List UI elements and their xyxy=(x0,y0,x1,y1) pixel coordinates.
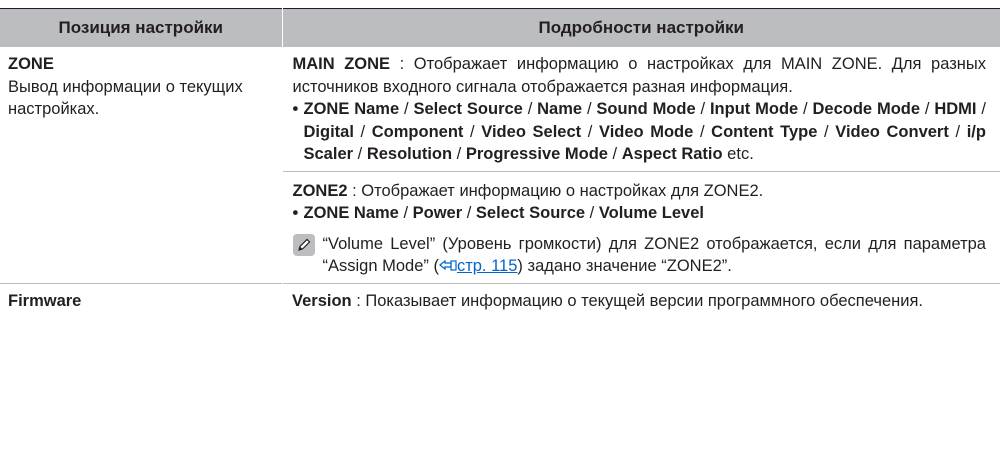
item-separator: / xyxy=(582,100,597,118)
firmware-cell: Version : Показывает информацию о текуще… xyxy=(282,282,1000,317)
item-separator: / xyxy=(948,122,967,141)
main_zone-item: Progressive Mode xyxy=(465,145,608,163)
main_zone-item: Content Type xyxy=(711,122,818,141)
table-row-firmware: Firmware Version : Показывает информацию… xyxy=(0,282,1000,317)
main_zone-item: Digital xyxy=(303,122,354,141)
header-setting-item: Позиция настройки xyxy=(0,8,283,47)
item-separator: / xyxy=(607,145,622,163)
item-separator: / xyxy=(522,100,538,118)
pencil-note-icon xyxy=(292,233,315,256)
main-zone-paragraph: MAIN ZONE : Отображает информацию о наст… xyxy=(293,53,987,98)
main_zone-item: HDMI xyxy=(934,100,977,118)
header-setting-details: Подробности настройки xyxy=(281,8,1000,47)
zone2-item: ZONE Name xyxy=(303,204,399,222)
item-separator: / xyxy=(798,100,813,118)
zone2-item: Select Source xyxy=(475,204,586,222)
main_zone-item: Component xyxy=(371,122,464,141)
item-separator: / xyxy=(817,122,836,141)
firmware-version-text: : Показывает информацию о текущей версии… xyxy=(351,291,923,310)
item-separator: / xyxy=(452,145,466,163)
main_zone-item: Select Source xyxy=(413,100,523,118)
main_zone-item: ZONE Name xyxy=(303,100,400,118)
note-text-after: ) задано значение “ZONE2”. xyxy=(517,257,732,275)
item-separator: / xyxy=(581,122,599,141)
bullet-icon: • xyxy=(292,204,299,222)
main-zone-text: : Отображает информацию о настройках для… xyxy=(292,55,987,96)
zone2-cell: ZONE2 : Отображает информацию о настройк… xyxy=(282,170,1000,283)
settings-page: Позиция настройки Подробности настройки … xyxy=(0,0,1000,452)
main_zone-item: Resolution xyxy=(366,145,453,163)
zone2-note: “Volume Level” (Уровень громкости) для Z… xyxy=(292,233,987,278)
main-zone-items: ZONE Name / Select Source / Name / Sound… xyxy=(304,98,987,166)
item-separator: / xyxy=(976,100,986,118)
main-zone-cell: MAIN ZONE : Отображает информацию о наст… xyxy=(282,47,1000,171)
main_zone-item: Sound Mode xyxy=(596,100,696,118)
item-separator: / xyxy=(920,100,935,118)
firmware-title: Firmware xyxy=(0,282,282,317)
zone-description: Вывод информации о текущих настройках. xyxy=(8,77,243,119)
main_zone-item: Aspect Ratio xyxy=(621,145,723,163)
item-separator: / xyxy=(585,204,599,222)
zone-cell: ZONE Вывод информации о текущих настройк… xyxy=(0,47,283,283)
main_zone-item: Input Mode xyxy=(709,100,799,118)
zone2-label: ZONE2 xyxy=(292,181,348,200)
item-separator: / xyxy=(398,204,413,222)
zone2-text: : Отображает информацию о настройках для… xyxy=(347,181,764,200)
settings-table: Позиция настройки Подробности настройки … xyxy=(0,8,1000,317)
zone2-item: Volume Level xyxy=(598,204,704,222)
main_zone-item: Video Convert xyxy=(835,122,949,141)
main_zone-item: Video Mode xyxy=(598,122,694,141)
main_zone-item: Video Select xyxy=(481,122,582,141)
zone2-paragraph: ZONE2 : Отображает информацию о настройк… xyxy=(293,180,987,203)
main_zone-item: Name xyxy=(537,100,583,118)
zone2-bullet: • ZONE Name / Power / Select Source / Vo… xyxy=(293,202,987,225)
table-header-row: Позиция настройки Подробности настройки xyxy=(0,8,1000,47)
zone2-note-text: “Volume Level” (Уровень громкости) для Z… xyxy=(323,233,987,278)
page-reference-icon xyxy=(438,257,457,271)
zone2-item: Power xyxy=(412,204,463,222)
item-separator: / xyxy=(399,100,414,118)
item-separator: / xyxy=(693,122,712,141)
firmware-version-label: Version xyxy=(292,291,352,310)
item-separator: / xyxy=(462,204,476,222)
main-zone-label: MAIN ZONE xyxy=(292,55,391,73)
main_zone-item: Decode Mode xyxy=(812,100,921,118)
table-row-zone: ZONE Вывод информации о текущих настройк… xyxy=(0,47,1000,283)
page-115-link[interactable]: стр. 115 xyxy=(457,257,517,275)
main-zone-bullet: • ZONE Name / Select Source / Name / Sou… xyxy=(293,98,987,166)
main_zone-suffix: etc. xyxy=(722,145,754,163)
item-separator: / xyxy=(463,122,482,141)
bullet-icon: • xyxy=(292,100,299,118)
zone-title: ZONE xyxy=(8,55,54,73)
item-separator: / xyxy=(353,145,367,163)
item-separator: / xyxy=(695,100,710,118)
item-separator: / xyxy=(353,122,372,141)
zone2-items: ZONE Name / Power / Select Source / Volu… xyxy=(304,202,987,225)
